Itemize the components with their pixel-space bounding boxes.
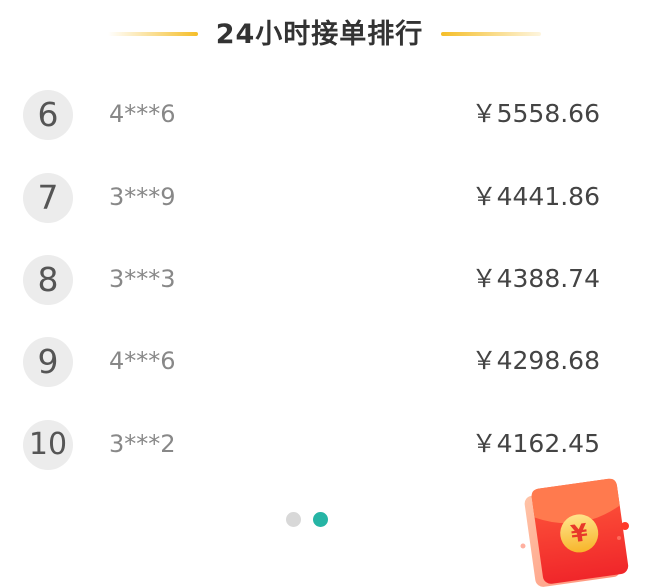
ranking-row: 9 4***6 ￥4298.68 [0,332,651,392]
ranking-header: 24小时接单排行 [0,10,651,54]
rank-number-badge: 10 [23,420,73,470]
rank-number-badge: 7 [23,173,73,223]
rank-number-badge: 6 [23,90,73,140]
rank-user-id: 3***2 [109,430,176,458]
rank-amount: ￥4441.86 [471,182,600,211]
ranking-row: 10 3***2 ￥4162.45 [0,415,651,475]
rank-amount: ￥4388.74 [471,264,600,293]
header-decor-line-right [441,32,541,36]
rank-user-id: 3***9 [109,183,176,211]
red-envelope-icon[interactable]: ¥ [515,476,635,588]
rank-number-badge: 8 [23,255,73,305]
ranking-panel: 24小时接单排行 6 4***6 ￥5558.66 7 3***9 ￥4441.… [0,0,651,588]
header-decor-line-left [108,32,198,36]
ranking-row: 8 3***3 ￥4388.74 [0,250,651,310]
pagination-dot-inactive[interactable] [286,512,301,527]
ranking-row: 7 3***9 ￥4441.86 [0,168,651,228]
ranking-title: 24小时接单排行 [215,19,424,50]
rank-user-id: 4***6 [109,347,176,375]
rank-amount: ￥5558.66 [471,99,600,128]
rank-number-badge: 9 [23,337,73,387]
rank-user-id: 4***6 [109,100,176,128]
ranking-row: 6 4***6 ￥5558.66 [0,85,651,145]
rank-user-id: 3***3 [109,265,176,293]
rank-amount: ￥4298.68 [471,346,600,375]
rank-amount: ￥4162.45 [471,429,600,458]
pagination-dot-active[interactable] [313,512,328,527]
